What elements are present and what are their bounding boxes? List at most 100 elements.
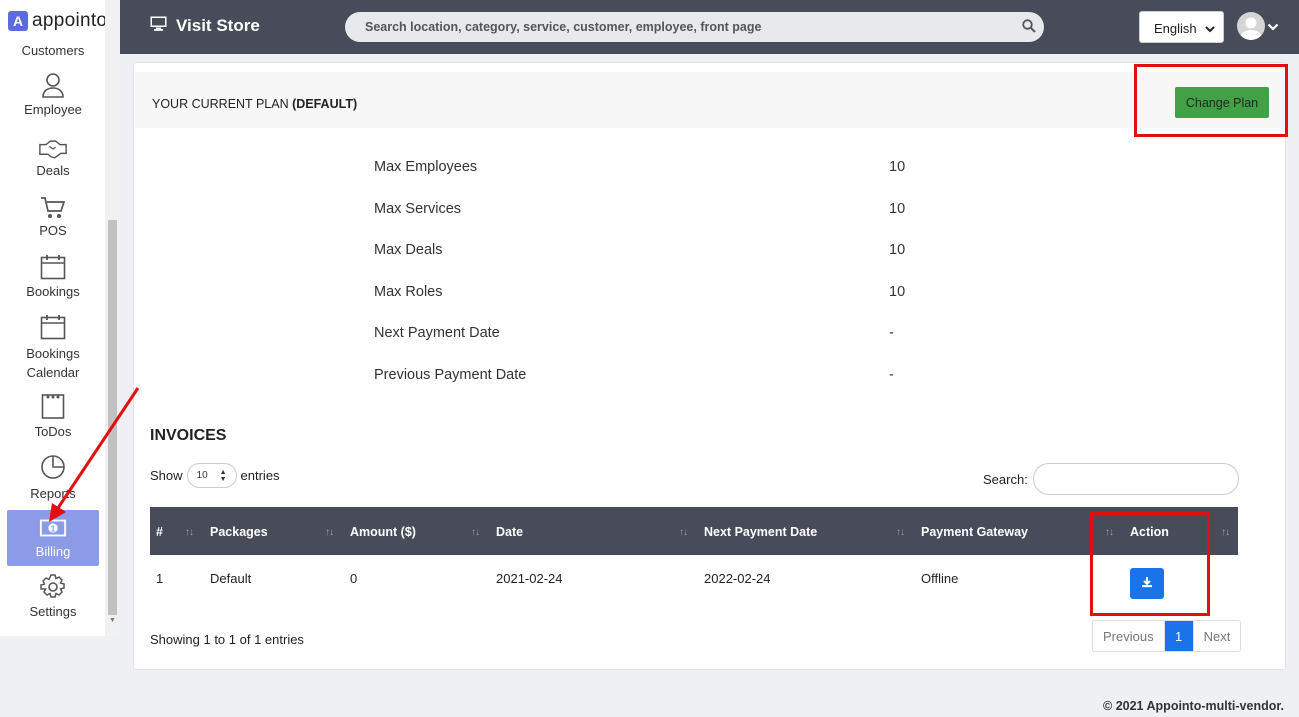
invoice-cell-number: 1 — [156, 571, 164, 586]
chevron-down-icon — [1205, 22, 1215, 37]
visit-store-label: Visit Store — [176, 16, 260, 35]
logo-text: appointo — [32, 10, 108, 31]
plan-limit-row: Previous Payment Date - — [374, 367, 934, 383]
column-header-next-payment-date[interactable]: Next Payment Date — [704, 525, 817, 539]
column-header-payment-gateway[interactable]: Payment Gateway — [921, 525, 1028, 539]
logo-icon: A — [8, 11, 28, 31]
plan-limit-label: Max Deals — [374, 242, 443, 258]
sort-icon[interactable]: ↑↓ — [471, 527, 480, 538]
scroll-down-arrow-icon[interactable]: ▼ — [106, 617, 119, 629]
money-icon: 1 — [39, 518, 67, 538]
sidebar-item-label: Calendar — [26, 365, 80, 380]
sidebar-item-pos[interactable]: POS — [7, 195, 99, 238]
sidebar-item-customers[interactable]: Customers — [7, 43, 99, 58]
gear-icon — [39, 574, 67, 600]
sort-icon[interactable]: ↑↓ — [325, 527, 334, 538]
sidebar-item-settings[interactable]: Settings — [7, 574, 99, 619]
plan-limit-label: Next Payment Date — [374, 325, 500, 341]
column-header-date[interactable]: Date — [496, 525, 523, 539]
sidebar-item-label: ToDos — [34, 424, 72, 439]
plan-limit-label: Max Roles — [374, 284, 443, 300]
column-header-packages[interactable]: Packages — [210, 525, 268, 539]
plan-limit-value: 10 — [889, 242, 906, 258]
invoice-cell-package: Default — [210, 571, 252, 586]
footer-copyright: © 2021 Appointo-multi-vendor. — [1103, 699, 1284, 713]
sidebar-item-reports[interactable]: Reports — [7, 454, 99, 501]
monitor-icon — [150, 16, 167, 36]
sidebar-item-bookings-calendar[interactable]: Bookings Calendar — [7, 314, 99, 382]
highlight-box-change-plan — [1134, 64, 1288, 137]
sidebar-item-label: Customers — [21, 43, 85, 58]
user-menu-chevron-icon[interactable] — [1267, 19, 1279, 35]
sidebar-scroll-thumb[interactable] — [108, 220, 117, 615]
select-arrows-icon: ▲ ▼ — [219, 469, 227, 483]
column-header-amount[interactable]: Amount ($) — [350, 525, 416, 539]
plan-limit-row: Max Deals 10 — [374, 242, 934, 258]
search-placeholder: Search location, category, service, cust… — [365, 20, 762, 34]
sidebar-item-label: Bookings — [26, 346, 80, 361]
plan-limit-row: Max Employees 10 — [374, 159, 934, 175]
invoices-table-header: # ↑↓ Packages ↑↓ Amount ($) ↑↓ Date ↑↓ N… — [150, 507, 1238, 555]
entries-value: 10 — [196, 470, 208, 481]
plan-limit-value: - — [889, 367, 894, 383]
table-search-input[interactable] — [1033, 463, 1239, 495]
language-value: English — [1154, 21, 1197, 36]
billing-card: YOUR CURRENT PLAN (DEFAULT) Change Plan … — [133, 62, 1288, 670]
calendar-icon — [39, 314, 67, 340]
sidebar-item-todos[interactable]: ToDos — [7, 393, 99, 439]
plan-limit-row: Next Payment Date - — [374, 325, 934, 341]
notepad-icon — [39, 393, 67, 419]
sidebar-item-label: POS — [39, 223, 67, 238]
sidebar-item-label: Billing — [35, 544, 71, 559]
plan-limit-value: 10 — [889, 159, 906, 175]
plan-limit-label: Max Services — [374, 201, 462, 217]
svg-text:1: 1 — [51, 523, 56, 533]
handshake-icon — [39, 136, 67, 162]
plan-limit-value: 10 — [889, 201, 906, 217]
pagination-next[interactable]: Next — [1192, 621, 1241, 651]
sidebar-item-label: Employee — [24, 102, 82, 117]
sidebar-item-bookings[interactable]: Bookings — [7, 254, 99, 299]
global-search-input[interactable]: Search location, category, service, cust… — [345, 12, 1044, 42]
sort-icon[interactable]: ↑↓ — [679, 527, 688, 538]
calendar-icon — [39, 254, 67, 280]
search-icon[interactable] — [1022, 19, 1036, 36]
current-plan-header: YOUR CURRENT PLAN (DEFAULT) Change Plan — [135, 72, 1286, 128]
invoice-cell-date: 2021-02-24 — [496, 571, 563, 586]
language-select[interactable]: English — [1139, 11, 1224, 43]
table-info: Showing 1 to 1 of 1 entries — [150, 632, 304, 647]
invoice-cell-amount: 0 — [350, 571, 358, 586]
current-plan-title: YOUR CURRENT PLAN (DEFAULT) — [152, 97, 358, 111]
app-logo[interactable]: A appointo — [8, 10, 107, 32]
pie-chart-icon — [39, 454, 67, 480]
pagination-previous[interactable]: Previous — [1093, 621, 1164, 651]
sidebar: A appointo Customers Employee Deals POS … — [0, 0, 120, 636]
sidebar-item-billing[interactable]: 1 Billing — [7, 510, 99, 566]
sidebar-item-employee[interactable]: Employee — [7, 72, 99, 117]
top-navbar: Visit Store Search location, category, s… — [120, 0, 1299, 54]
sort-icon[interactable]: ↑↓ — [896, 527, 905, 538]
sort-icon[interactable]: ↑↓ — [1221, 527, 1230, 538]
sort-icon[interactable]: ↑↓ — [185, 527, 194, 538]
entries-select[interactable]: 10 ▲ ▼ — [186, 463, 237, 488]
show-label: Show — [150, 468, 183, 483]
entries-label: entries — [240, 468, 280, 483]
avatar[interactable] — [1237, 12, 1265, 40]
sidebar-item-label: Deals — [36, 163, 70, 178]
plan-limit-row: Max Roles 10 — [374, 284, 934, 300]
highlight-box-action — [1090, 512, 1210, 616]
visit-store-link[interactable]: Visit Store — [150, 16, 260, 36]
sidebar-item-label: Settings — [29, 604, 77, 619]
current-plan-name: (DEFAULT) — [292, 97, 358, 111]
pagination: Previous 1 Next — [1092, 620, 1242, 652]
plan-limit-label: Previous Payment Date — [374, 367, 527, 383]
invoice-cell-next-payment: 2022-02-24 — [704, 571, 771, 586]
plan-limit-value: - — [889, 325, 894, 341]
table-search-label: Search: — [983, 472, 1028, 487]
plan-limit-label: Max Employees — [374, 159, 478, 175]
pagination-page[interactable]: 1 — [1163, 621, 1193, 651]
sidebar-item-deals[interactable]: Deals — [7, 136, 99, 178]
sidebar-item-label: Reports — [30, 486, 76, 501]
column-header-number[interactable]: # — [156, 525, 163, 539]
invoices-title: INVOICES — [150, 427, 227, 444]
